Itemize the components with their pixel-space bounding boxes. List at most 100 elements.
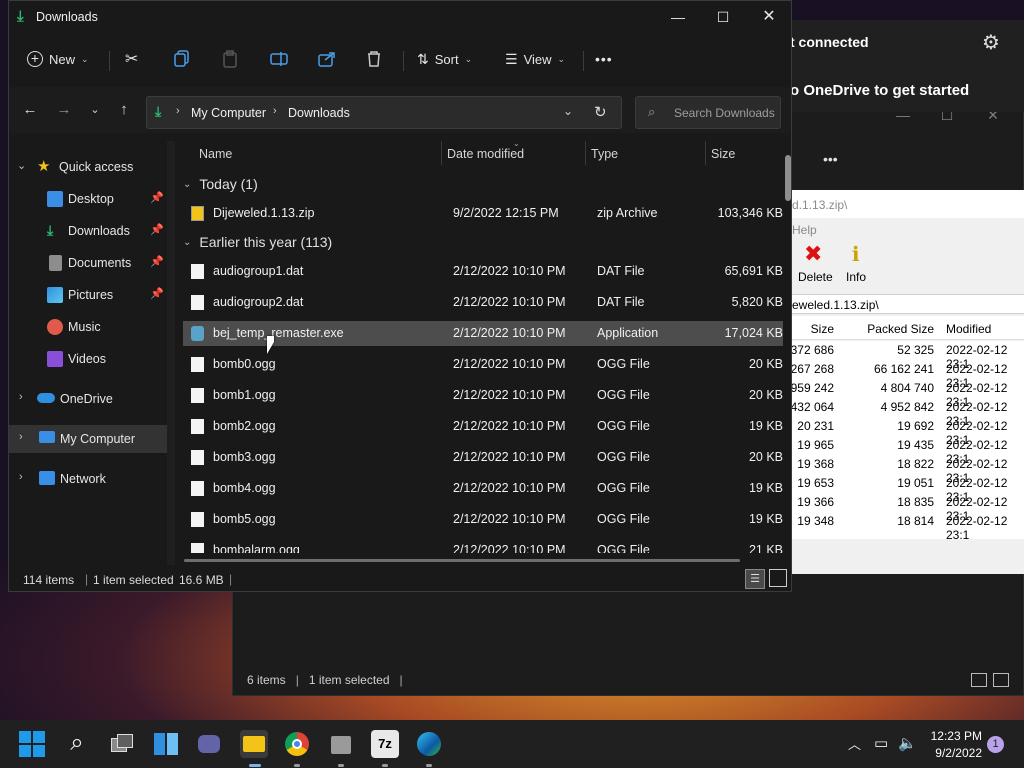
details-view-icon[interactable]: ☰ [745,569,765,589]
expand-chevron-icon[interactable]: › [19,471,23,483]
info-icon[interactable]: ℹ [852,242,860,267]
sidebar-scrollbar[interactable] [167,141,175,565]
bg-tiles-view-icon[interactable] [993,673,1009,687]
delete-icon[interactable] [366,47,382,71]
zip-menu-help[interactable]: Help [792,223,817,237]
maximize-button[interactable]: ☐ [700,5,746,29]
notification-badge[interactable]: 1 [987,736,1004,753]
file-row[interactable]: bomb5.ogg 2/12/2022 10:10 PM OGG File 19… [183,507,783,532]
copy-icon[interactable] [174,47,190,71]
minimize-button[interactable]: — [655,5,701,29]
sidebar-item-pictures[interactable]: Pictures 📌 [9,281,167,309]
zip-row[interactable]: 19 965 19 435 2022-02-12 23:1 [790,436,1024,466]
zip-col-modified[interactable]: Modified [946,322,991,336]
chrome-icon[interactable] [283,730,311,758]
sort-button[interactable]: ⇅ Sort ⌄ [417,47,472,71]
settings-icon[interactable]: ⚙ [982,30,1000,55]
vertical-scrollbar[interactable] [785,155,791,201]
zip-col-size[interactable]: Size [811,322,834,336]
cut-icon[interactable]: ✂ [125,47,138,71]
7zip-icon[interactable]: 7z [371,730,399,758]
sidebar-item-onedrive[interactable]: › OneDrive [9,385,167,413]
tiles-view-icon[interactable] [769,569,787,587]
pin-icon: 📌 [150,288,164,300]
column-header-size[interactable]: Size [711,147,735,161]
bg-details-view-icon[interactable] [971,673,987,687]
rename-icon[interactable] [270,47,288,71]
zip-info-label[interactable]: Info [846,270,866,284]
file-row[interactable]: audiogroup2.dat 2/12/2022 10:10 PM DAT F… [183,290,783,315]
horizontal-scrollbar[interactable] [184,559,740,562]
sidebar-item-network[interactable]: › Network [9,465,167,493]
edge-icon[interactable] [415,730,443,758]
zip-row[interactable]: 959 242 4 804 740 2022-02-12 23:1 [790,379,1024,409]
address-bar[interactable]: ⤓ › My Computer › Downloads ⌄ ↻ [146,96,622,129]
task-view-icon[interactable] [108,730,136,758]
start-icon[interactable] [18,730,46,758]
sidebar-item-documents[interactable]: Documents 📌 [9,249,167,277]
delete-icon[interactable]: ✖ [804,243,822,265]
zip-row[interactable]: 432 064 4 952 842 2022-02-12 23:1 [790,398,1024,428]
file-row[interactable]: audiogroup1.dat 2/12/2022 10:10 PM DAT F… [183,259,783,284]
search-box[interactable]: ⌕ Search Downloads [635,96,781,129]
sidebar-item-music[interactable]: Music [9,313,167,341]
app-icon[interactable] [327,730,355,758]
zip-row[interactable]: 19 653 19 051 2022-02-12 23:1 [790,474,1024,504]
volume-icon[interactable]: 🔈 [898,734,917,752]
sidebar-item-videos[interactable]: Videos [9,345,167,373]
zip-row[interactable]: 267 268 66 162 241 2022-02-12 23:1 [790,360,1024,390]
breadcrumb-my-computer[interactable]: My Computer [191,106,266,120]
file-row[interactable]: bombalarm.ogg 2/12/2022 10:10 PM OGG Fil… [183,538,783,553]
file-row[interactable]: Dijeweled.1.13.zip 9/2/2022 12:15 PM zip… [183,201,783,226]
back-arrow-icon[interactable]: ← [19,99,41,121]
column-header-type[interactable]: Type [591,147,618,161]
search-icon[interactable]: ⌕ [63,730,91,758]
zip-row[interactable]: 20 231 19 692 2022-02-12 23:1 [790,417,1024,447]
close-button[interactable]: ✕ [746,5,792,29]
more-options-icon[interactable]: ••• [595,47,613,71]
bg-more-icon[interactable]: ••• [823,151,838,167]
paste-icon[interactable] [222,47,238,71]
file-row[interactable]: bomb2.ogg 2/12/2022 10:10 PM OGG File 19… [183,414,783,439]
zip-col-packed[interactable]: Packed Size [867,322,934,336]
group-header-earlier[interactable]: ⌄ Earlier this year (113) [183,231,332,253]
expand-chevron-icon[interactable]: ⌄ [17,159,26,172]
zip-row[interactable]: 19 366 18 835 2022-02-12 23:1 [790,493,1024,523]
file-row[interactable]: bomb4.ogg 2/12/2022 10:10 PM OGG File 19… [183,476,783,501]
address-dropdown-icon[interactable]: ⌄ [563,104,573,118]
recent-locations-icon[interactable]: ⌄ [84,99,106,121]
sidebar-item-downloads[interactable]: ⤓ Downloads 📌 [9,217,167,245]
sidebar-item-desktop[interactable]: Desktop 📌 [9,185,167,213]
file-row[interactable]: bomb3.ogg 2/12/2022 10:10 PM OGG File 20… [183,445,783,470]
zip-row[interactable]: 19 348 18 814 2022-02-12 23:1 [790,512,1024,542]
sidebar-item-my-computer[interactable]: › My Computer [9,425,167,453]
title-bar[interactable]: ⤓ Downloads — ☐ ✕ [9,1,791,33]
expand-chevron-icon[interactable]: › [19,391,23,403]
file-name: bomb1.ogg [213,388,276,402]
sidebar-item-label: Downloads [68,224,130,238]
clock[interactable]: 12:23 PM 9/2/2022 [920,729,982,760]
teams-icon[interactable] [196,730,224,758]
file-row[interactable]: bomb0.ogg 2/12/2022 10:10 PM OGG File 20… [183,352,783,377]
forward-arrow-icon[interactable]: → [53,99,75,121]
new-button[interactable]: + New ⌄ [27,47,89,71]
zip-delete-label[interactable]: Delete [798,270,833,284]
share-icon[interactable] [318,47,336,71]
column-header-name[interactable]: Name [199,147,232,161]
sidebar-item-quick-access[interactable]: ⌄ ★ Quick access [9,153,167,181]
expand-chevron-icon[interactable]: › [19,431,23,443]
breadcrumb-downloads[interactable]: Downloads [288,106,350,120]
refresh-icon[interactable]: ↻ [594,103,607,121]
show-hidden-icons-chevron-icon[interactable]: ︿ [848,734,861,753]
widgets-icon[interactable] [152,730,180,758]
column-header-date[interactable]: Date modified [447,147,524,161]
zip-row[interactable]: 19 368 18 822 2022-02-12 23:1 [790,455,1024,485]
group-header-today[interactable]: ⌄ Today (1) [183,173,258,195]
zip-row[interactable]: 372 686 52 325 2022-02-12 23:1 [790,341,1024,371]
network-status-icon[interactable]: ▭ [874,734,888,752]
up-arrow-icon[interactable]: ↑ [113,99,135,121]
file-explorer-icon[interactable] [240,730,268,758]
file-row[interactable]: bomb1.ogg 2/12/2022 10:10 PM OGG File 20… [183,383,783,408]
zip-path-bar[interactable]: eweled.1.13.zip\ [790,294,1024,314]
view-button[interactable]: ☰ View ⌄ [505,47,565,71]
